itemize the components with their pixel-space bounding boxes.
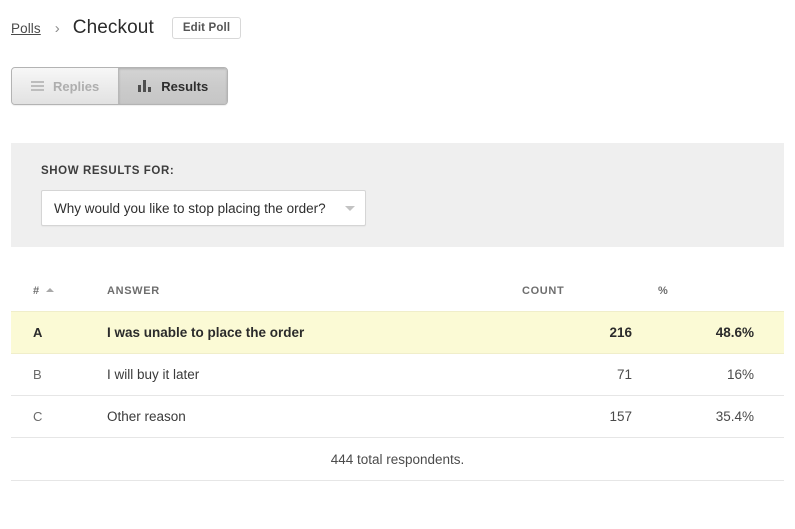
row-percent: 48.6%	[658, 312, 784, 354]
table-row[interactable]: B I will buy it later 71 16%	[11, 354, 784, 396]
tab-replies-label: Replies	[53, 79, 99, 94]
row-count: 216	[522, 312, 658, 354]
breadcrumb: Polls › Checkout Edit Poll	[11, 12, 241, 44]
list-icon	[31, 81, 44, 91]
tab-group: Replies Results	[11, 67, 228, 105]
column-header-number[interactable]: #	[11, 285, 99, 312]
table-row[interactable]: A I was unable to place the order 216 48…	[11, 312, 784, 354]
table-header-row: # ANSWER COUNT %	[11, 285, 784, 312]
row-percent: 35.4%	[658, 396, 784, 438]
tab-replies[interactable]: Replies	[12, 68, 119, 104]
column-header-percent[interactable]: %	[658, 285, 784, 312]
question-select-value: Why would you like to stop placing the o…	[54, 201, 337, 216]
tab-results[interactable]: Results	[119, 68, 227, 104]
results-table: # ANSWER COUNT % A I was unable to place…	[11, 285, 784, 481]
table-row[interactable]: C Other reason 157 35.4%	[11, 396, 784, 438]
column-header-count[interactable]: COUNT	[522, 285, 658, 312]
chevron-down-icon	[345, 206, 355, 211]
show-results-for-panel: SHOW RESULTS FOR: Why would you like to …	[11, 143, 784, 247]
show-results-for-label: SHOW RESULTS FOR:	[41, 165, 174, 177]
row-letter: A	[11, 312, 99, 354]
row-letter: C	[11, 396, 99, 438]
row-answer: I was unable to place the order	[99, 312, 522, 354]
row-percent: 16%	[658, 354, 784, 396]
bar-chart-icon	[138, 80, 152, 92]
row-answer: Other reason	[99, 396, 522, 438]
row-count: 71	[522, 354, 658, 396]
column-header-number-label: #	[33, 285, 40, 297]
page-title: Checkout	[73, 17, 154, 39]
row-answer: I will buy it later	[99, 354, 522, 396]
question-select[interactable]: Why would you like to stop placing the o…	[41, 190, 366, 226]
row-count: 157	[522, 396, 658, 438]
edit-poll-button[interactable]: Edit Poll	[172, 17, 241, 39]
total-respondents-row: 444 total respondents.	[11, 438, 784, 481]
total-respondents-text: 444 total respondents.	[11, 438, 784, 481]
row-letter: B	[11, 354, 99, 396]
breadcrumb-link-polls[interactable]: Polls	[11, 21, 41, 36]
caret-up-icon	[46, 288, 54, 292]
chevron-right-icon: ›	[55, 21, 60, 36]
tab-results-label: Results	[161, 79, 208, 94]
column-header-answer[interactable]: ANSWER	[99, 285, 522, 312]
